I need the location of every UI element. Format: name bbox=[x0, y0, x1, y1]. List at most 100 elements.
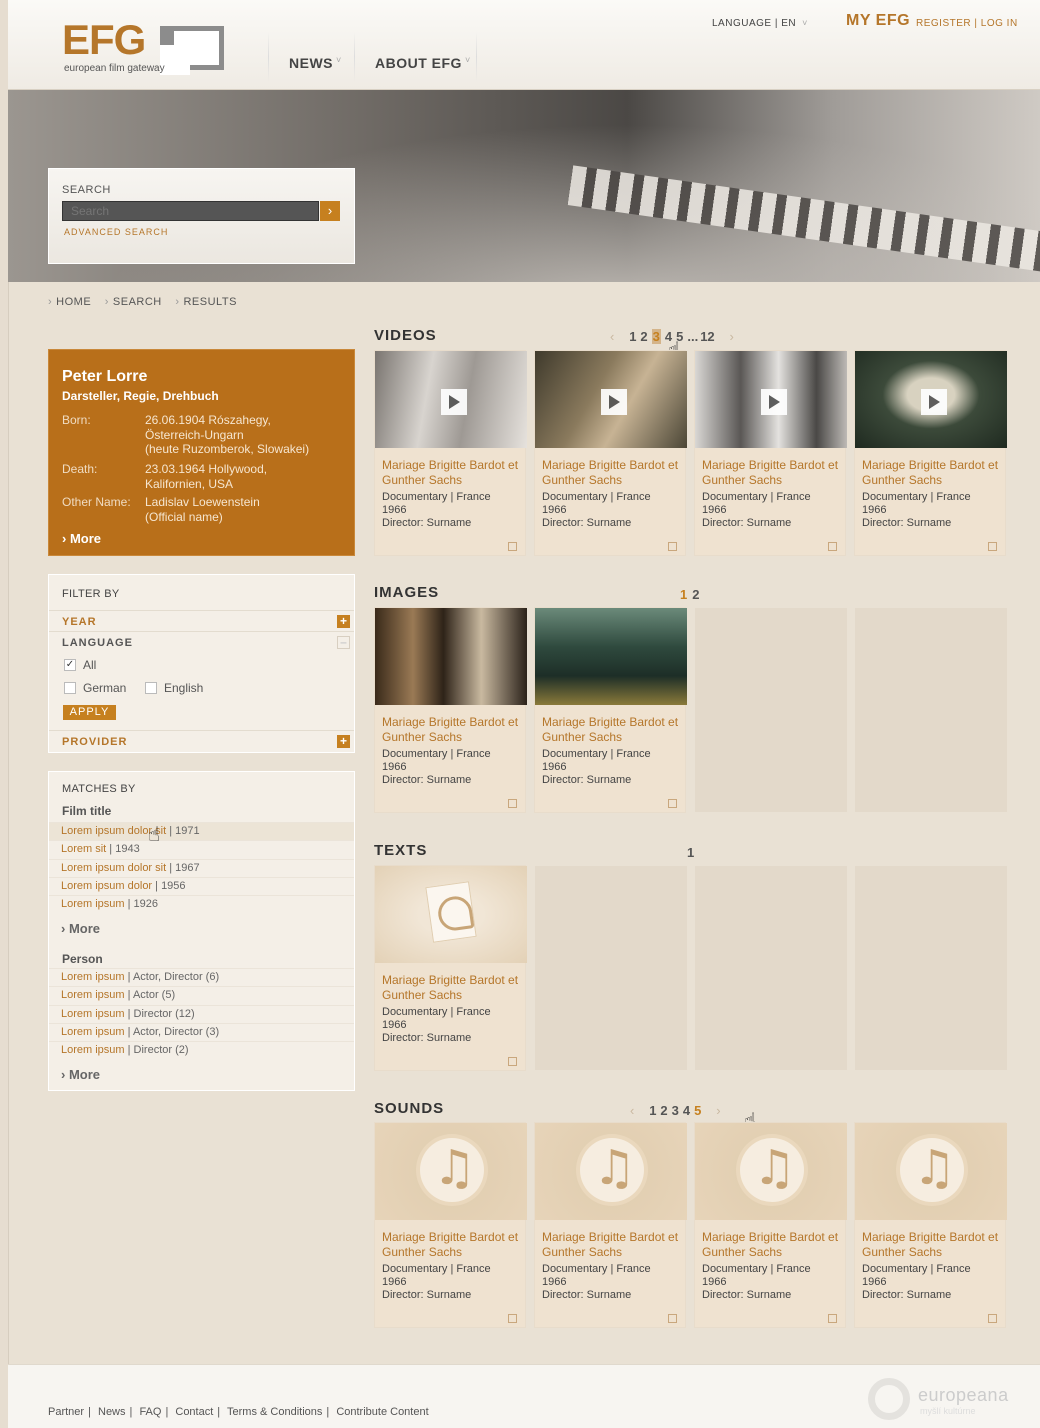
page-link[interactable]: 1 bbox=[649, 1103, 656, 1118]
footer-link-contribute[interactable]: Contribute Content bbox=[336, 1406, 428, 1418]
text-thumbnail[interactable] bbox=[375, 866, 527, 963]
bookmark-icon[interactable] bbox=[508, 542, 517, 551]
page-link[interactable]: 12 bbox=[700, 329, 714, 344]
filter-provider[interactable]: PROVIDER + bbox=[49, 730, 354, 752]
video-card[interactable]: Mariage Brigitte Bardot et Gunther Sachs… bbox=[694, 350, 847, 556]
play-icon[interactable] bbox=[441, 389, 467, 415]
card-title[interactable]: Mariage Brigitte Bardot et Gunther Sachs bbox=[542, 715, 682, 745]
register-login-link[interactable]: REGISTER | LOG IN bbox=[916, 18, 1018, 29]
film-match-row[interactable]: Lorem sit | 1943 bbox=[49, 840, 354, 858]
page-current[interactable]: 1 bbox=[687, 845, 694, 860]
video-card[interactable]: Mariage Brigitte Bardot et Gunther Sachs… bbox=[374, 350, 527, 556]
card-title[interactable]: Mariage Brigitte Bardot et Gunther Sachs bbox=[542, 1230, 682, 1260]
person-match-row[interactable]: Lorem ipsum | Actor, Director (6) bbox=[49, 968, 354, 986]
play-icon[interactable] bbox=[921, 389, 947, 415]
sound-card[interactable]: Mariage Brigitte Bardot et Gunther Sachs… bbox=[854, 1122, 1007, 1328]
video-thumbnail[interactable] bbox=[695, 351, 847, 448]
advanced-search-link[interactable]: ADVANCED SEARCH bbox=[64, 227, 168, 237]
filter-language[interactable]: LANGUAGE – bbox=[49, 631, 354, 653]
film-match-row[interactable]: Lorem ipsum dolor sit | 1971 bbox=[49, 822, 354, 840]
card-title[interactable]: Mariage Brigitte Bardot et Gunther Sachs bbox=[382, 1230, 522, 1260]
bookmark-icon[interactable] bbox=[668, 799, 677, 808]
footer-link-faq[interactable]: FAQ bbox=[139, 1406, 161, 1418]
bookmark-icon[interactable] bbox=[828, 1314, 837, 1323]
filter-year[interactable]: YEAR + bbox=[49, 610, 354, 632]
video-card[interactable]: Mariage Brigitte Bardot et Gunther Sachs… bbox=[854, 350, 1007, 556]
page-link[interactable]: 5 bbox=[694, 1103, 701, 1118]
europeana-logo-text[interactable]: europeana bbox=[918, 1385, 1009, 1406]
person-matches-more-link[interactable]: › More bbox=[61, 1067, 100, 1082]
search-input[interactable] bbox=[62, 201, 319, 221]
checkbox-german[interactable] bbox=[64, 682, 76, 694]
person-match-row[interactable]: Lorem ipsum | Actor, Director (3) bbox=[49, 1023, 354, 1041]
my-efg-link[interactable]: MY EFG bbox=[846, 12, 910, 30]
efg-logo[interactable]: EFG bbox=[62, 19, 146, 61]
apply-button[interactable]: APPLY bbox=[63, 705, 116, 720]
film-match-row[interactable]: Lorem ipsum dolor sit | 1967 bbox=[49, 859, 354, 877]
sound-card[interactable]: Mariage Brigitte Bardot et Gunther Sachs… bbox=[374, 1122, 527, 1328]
person-match-row[interactable]: Lorem ipsum | Actor (5) bbox=[49, 986, 354, 1004]
sound-thumbnail[interactable] bbox=[695, 1123, 847, 1220]
video-thumbnail[interactable] bbox=[375, 351, 527, 448]
card-title[interactable]: Mariage Brigitte Bardot et Gunther Sachs bbox=[382, 715, 522, 745]
person-match-row[interactable]: Lorem ipsum | Director (12) bbox=[49, 1005, 354, 1023]
search-submit-button[interactable]: › bbox=[320, 201, 340, 221]
image-card[interactable]: Mariage Brigitte Bardot et Gunther Sachs… bbox=[534, 607, 687, 813]
prev-page-icon[interactable]: ‹ bbox=[630, 1103, 634, 1118]
sound-card[interactable]: Mariage Brigitte Bardot et Gunther Sachs… bbox=[694, 1122, 847, 1328]
page-current[interactable]: 1 bbox=[679, 587, 688, 602]
bookmark-icon[interactable] bbox=[668, 542, 677, 551]
card-title[interactable]: Mariage Brigitte Bardot et Gunther Sachs bbox=[382, 973, 522, 1003]
expand-plus-icon[interactable]: + bbox=[337, 615, 350, 628]
video-thumbnail[interactable] bbox=[855, 351, 1007, 448]
bookmark-icon[interactable] bbox=[508, 1057, 517, 1066]
breadcrumb-home[interactable]: HOME bbox=[56, 296, 91, 308]
footer-link-contact[interactable]: Contact bbox=[175, 1406, 213, 1418]
bookmark-icon[interactable] bbox=[988, 1314, 997, 1323]
film-match-row[interactable]: Lorem ipsum dolor | 1956 bbox=[49, 877, 354, 895]
person-more-link[interactable]: › More bbox=[62, 531, 101, 546]
footer-link-terms[interactable]: Terms & Conditions bbox=[227, 1406, 322, 1418]
play-icon[interactable] bbox=[601, 389, 627, 415]
sound-card[interactable]: Mariage Brigitte Bardot et Gunther Sachs… bbox=[534, 1122, 687, 1328]
bookmark-icon[interactable] bbox=[508, 1314, 517, 1323]
bookmark-icon[interactable] bbox=[828, 542, 837, 551]
card-title[interactable]: Mariage Brigitte Bardot et Gunther Sachs bbox=[542, 458, 682, 488]
card-title[interactable]: Mariage Brigitte Bardot et Gunther Sachs bbox=[862, 458, 1002, 488]
bookmark-icon[interactable] bbox=[508, 799, 517, 808]
image-thumbnail[interactable] bbox=[535, 608, 687, 705]
footer-link-partner[interactable]: Partner bbox=[48, 1406, 84, 1418]
checkbox-english[interactable] bbox=[145, 682, 157, 694]
card-title[interactable]: Mariage Brigitte Bardot et Gunther Sachs bbox=[382, 458, 522, 488]
person-match-row[interactable]: Lorem ipsum | Director (2) bbox=[49, 1041, 354, 1059]
next-page-icon[interactable]: › bbox=[730, 329, 734, 344]
sound-thumbnail[interactable] bbox=[535, 1123, 687, 1220]
page-current[interactable]: 3 bbox=[651, 329, 661, 344]
bookmark-icon[interactable] bbox=[988, 542, 997, 551]
video-thumbnail[interactable] bbox=[535, 351, 687, 448]
page-link[interactable]: 3 bbox=[672, 1103, 679, 1118]
nav-about-efg[interactable]: ABOUT EFG ˅ bbox=[375, 55, 471, 71]
page-link[interactable]: 2 bbox=[660, 1103, 667, 1118]
film-matches-more-link[interactable]: › More bbox=[61, 921, 100, 936]
card-title[interactable]: Mariage Brigitte Bardot et Gunther Sachs bbox=[862, 1230, 1002, 1260]
page-link[interactable]: 4 bbox=[683, 1103, 690, 1118]
page-link[interactable]: 2 bbox=[640, 329, 647, 344]
language-selector[interactable]: LANGUAGE | EN ˅ bbox=[712, 18, 808, 29]
page-link[interactable]: 2 bbox=[692, 587, 699, 602]
next-page-icon[interactable]: › bbox=[716, 1103, 720, 1118]
breadcrumb-search[interactable]: SEARCH bbox=[113, 296, 162, 308]
sound-thumbnail[interactable] bbox=[375, 1123, 527, 1220]
image-thumbnail[interactable] bbox=[375, 608, 527, 705]
video-card[interactable]: Mariage Brigitte Bardot et Gunther Sachs… bbox=[534, 350, 687, 556]
text-card[interactable]: Mariage Brigitte Bardot et Gunther Sachs… bbox=[374, 865, 527, 1071]
page-link[interactable]: 1 bbox=[629, 329, 636, 344]
footer-link-news[interactable]: News bbox=[98, 1406, 126, 1418]
film-match-row[interactable]: Lorem ipsum | 1926 bbox=[49, 895, 354, 913]
image-card[interactable]: Mariage Brigitte Bardot et Gunther Sachs… bbox=[374, 607, 527, 813]
card-title[interactable]: Mariage Brigitte Bardot et Gunther Sachs bbox=[702, 1230, 842, 1260]
expand-plus-icon[interactable]: + bbox=[337, 735, 350, 748]
collapse-minus-icon[interactable]: – bbox=[337, 636, 350, 649]
sound-thumbnail[interactable] bbox=[855, 1123, 1007, 1220]
prev-page-icon[interactable]: ‹ bbox=[610, 329, 614, 344]
